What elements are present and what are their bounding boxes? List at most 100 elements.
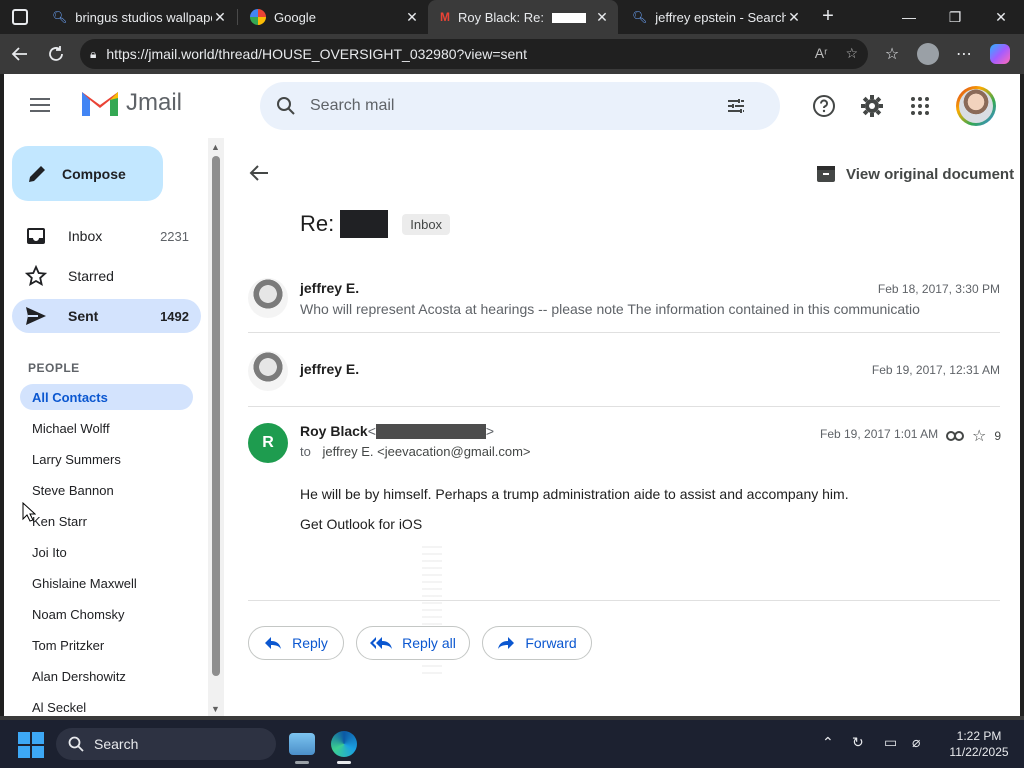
new-tab-button[interactable]: + <box>816 4 840 28</box>
star-icon[interactable]: ☆ <box>972 426 986 446</box>
system-clock[interactable]: 1:22 PM 11/22/2025 <box>944 728 1014 760</box>
tab-title: Roy Black: Re: <box>458 10 594 25</box>
close-window-button[interactable]: ✕ <box>978 0 1024 34</box>
reply-button[interactable]: Reply <box>248 626 344 660</box>
scroll-down-arrow-icon[interactable]: ▼ <box>211 704 220 714</box>
message-divider <box>248 406 1000 407</box>
contact-item[interactable]: Steve Bannon <box>20 477 193 503</box>
pencil-icon <box>29 165 45 182</box>
back-to-list-button[interactable] <box>248 162 270 189</box>
settings-gear-icon[interactable] <box>858 92 886 120</box>
apps-grid-icon[interactable] <box>906 92 934 120</box>
favorite-star-icon[interactable]: ☆ <box>845 45 858 62</box>
help-icon[interactable] <box>810 92 838 120</box>
tab-epstein-search[interactable]: 🔍︎ jeffrey epstein - Search ✕ <box>620 0 810 34</box>
sidebar-item-sent[interactable]: Sent 1492 <box>12 299 201 333</box>
reply-icon <box>265 637 282 649</box>
jmail-logo-icon <box>82 92 118 116</box>
app-name: Jmail <box>126 89 183 116</box>
sidebar-scrollbar[interactable]: ▲ ▼ <box>208 138 224 716</box>
search-icon[interactable] <box>276 96 296 116</box>
minimize-button[interactable]: — <box>886 0 932 34</box>
network-muted-icon[interactable]: ⌀ <box>912 734 920 751</box>
refresh-button[interactable] <box>42 40 70 68</box>
contact-item[interactable]: Larry Summers <box>20 446 193 472</box>
message-from: Roy Black < > <box>300 423 494 439</box>
site-info-icon[interactable]: 🔒︎ <box>90 47 96 62</box>
profile-icon[interactable] <box>914 40 942 68</box>
favorites-icon[interactable]: ☆ <box>878 40 906 68</box>
windows-start-icon[interactable] <box>18 732 44 758</box>
tab-roy-black[interactable]: M Roy Black: Re: ✕ <box>428 0 618 34</box>
main-menu-icon[interactable] <box>30 98 50 116</box>
view-original-document-button[interactable]: View original document <box>816 164 1014 184</box>
message-divider <box>248 332 1000 333</box>
angle-open: < <box>367 423 376 439</box>
monitor-icon[interactable]: ▭ <box>884 734 897 751</box>
tab-title: bringus studios wallpape <box>75 9 212 25</box>
copilot-icon[interactable] <box>986 40 1014 68</box>
contact-item[interactable]: Noam Chomsky <box>20 601 193 627</box>
scroll-up-arrow-icon[interactable]: ▲ <box>211 142 220 152</box>
sidebar-item-starred[interactable]: Starred <box>12 259 201 293</box>
message-sender: Roy Black <box>300 423 368 439</box>
contact-item[interactable]: Alan Dershowitz <box>20 663 193 689</box>
message-collapsed[interactable]: jeffrey E. Feb 19, 2017, 12:31 AM <box>248 349 1000 397</box>
jmail-logo[interactable]: Jmail <box>80 88 182 118</box>
contact-item[interactable]: Joi Ito <box>20 539 193 565</box>
message-actions: ☆ 9 <box>946 426 1001 446</box>
search-options-icon[interactable] <box>726 96 746 116</box>
tab-actions-icon[interactable] <box>12 9 28 25</box>
tab-bringus[interactable]: 🔍︎ bringus studios wallpape ✕ <box>40 0 236 34</box>
back-button[interactable] <box>6 40 34 68</box>
sync-icon[interactable]: ↻ <box>852 734 864 751</box>
scrollbar-thumb[interactable] <box>212 156 220 676</box>
sidebar-item-label: Inbox <box>68 228 103 244</box>
contact-item[interactable]: Al Seckel <box>20 694 193 716</box>
contact-item[interactable]: Michael Wolff <box>20 415 193 441</box>
tab-title: Google <box>274 9 316 25</box>
search-icon <box>68 736 84 752</box>
recipient-address: jeffrey E. <jeevacation@gmail.com> <box>322 444 531 459</box>
contact-item[interactable]: Tom Pritzker <box>20 632 193 658</box>
inbox-icon <box>24 227 48 245</box>
message-snippet: Who will represent Acosta at hearings --… <box>300 301 920 317</box>
forward-button[interactable]: Forward <box>482 626 592 660</box>
more-menu-icon[interactable]: ⋯ <box>950 40 978 68</box>
jmail-page: Jmail Search mail Compose Inbox 2231 Sta… <box>4 74 1020 716</box>
sidebar-item-inbox[interactable]: Inbox 2231 <box>12 219 201 253</box>
search-bar[interactable]: Search mail <box>260 82 780 130</box>
close-icon[interactable]: ✕ <box>786 9 802 26</box>
message-collapsed[interactable]: jeffrey E. Feb 18, 2017, 3:30 PM Who wil… <box>248 276 1000 336</box>
people-section-header: PEOPLE <box>28 361 80 375</box>
tab-google[interactable]: Google ✕ <box>238 0 428 34</box>
close-icon[interactable]: ✕ <box>594 9 610 26</box>
link-icon[interactable] <box>946 430 964 442</box>
account-avatar[interactable] <box>956 86 996 126</box>
sender-avatar <box>248 351 288 391</box>
message-date: Feb 18, 2017, 3:30 PM <box>877 282 1000 296</box>
search-input[interactable]: Search mail <box>310 97 394 115</box>
taskbar-search[interactable]: Search <box>56 728 276 760</box>
star-icon <box>24 265 48 287</box>
inbox-label-chip[interactable]: Inbox <box>402 213 451 235</box>
compose-button[interactable]: Compose <box>12 146 163 201</box>
file-explorer-icon[interactable] <box>286 728 318 764</box>
contact-all-contacts[interactable]: All Contacts <box>20 384 193 410</box>
reply-label: Reply <box>292 635 328 651</box>
contact-item[interactable]: Ghislaine Maxwell <box>20 570 193 596</box>
send-icon <box>24 306 48 326</box>
reply-all-button[interactable]: Reply all <box>356 626 470 660</box>
contact-item[interactable]: Ken Starr <box>20 508 193 534</box>
address-bar[interactable]: 🔒︎ https://jmail.world/thread/HOUSE_OVER… <box>80 39 868 69</box>
search-icon: 🔍︎ <box>632 10 648 24</box>
restore-button[interactable]: ❐ <box>932 0 978 34</box>
view-original-label: View original document <box>846 165 1015 183</box>
chevron-up-icon[interactable]: ⌃ <box>822 734 834 751</box>
close-icon[interactable]: ✕ <box>212 9 228 26</box>
edge-browser-icon[interactable] <box>328 728 360 764</box>
inbox-count: 2231 <box>160 228 189 244</box>
close-icon[interactable]: ✕ <box>404 9 420 26</box>
read-aloud-icon[interactable]: Aʳ <box>815 45 828 62</box>
forward-label: Forward <box>525 635 577 651</box>
